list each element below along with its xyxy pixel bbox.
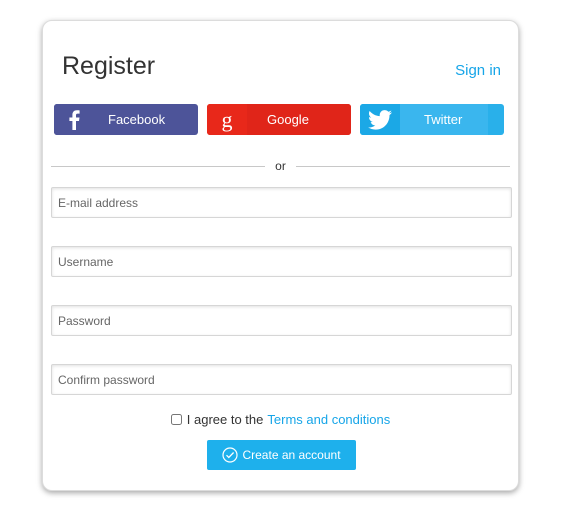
terms-link[interactable]: Terms and conditions [267, 412, 390, 427]
divider-line-right [295, 165, 511, 167]
sign-in-link[interactable]: Sign in [455, 62, 501, 79]
terms-agreement: I agree to the Terms and conditions [43, 412, 518, 427]
facebook-icon [54, 104, 94, 135]
divider-label: or [275, 159, 286, 173]
create-account-button[interactable]: Create an account [207, 440, 356, 470]
email-field[interactable] [51, 187, 512, 218]
agree-text: I agree to the [186, 412, 264, 427]
password-field[interactable] [51, 305, 512, 336]
username-field[interactable] [51, 246, 512, 277]
google-label: Google [247, 104, 351, 135]
or-divider: or [51, 159, 511, 173]
page-title: Register [62, 52, 156, 80]
google-icon: g [207, 104, 247, 135]
confirm-password-field[interactable] [51, 364, 512, 395]
divider-line-left [51, 165, 266, 167]
twitter-label: Twitter [400, 104, 488, 135]
register-card: Register Sign in Facebook g Google Twitt… [42, 20, 519, 491]
check-circle-icon [222, 447, 239, 463]
twitter-button[interactable]: Twitter [360, 104, 504, 135]
facebook-label: Facebook [108, 112, 166, 127]
twitter-icon [360, 104, 400, 135]
create-account-label: Create an account [242, 448, 341, 462]
google-button[interactable]: g Google [207, 104, 351, 135]
facebook-button[interactable]: Facebook [54, 104, 198, 135]
terms-checkbox[interactable] [170, 414, 182, 425]
